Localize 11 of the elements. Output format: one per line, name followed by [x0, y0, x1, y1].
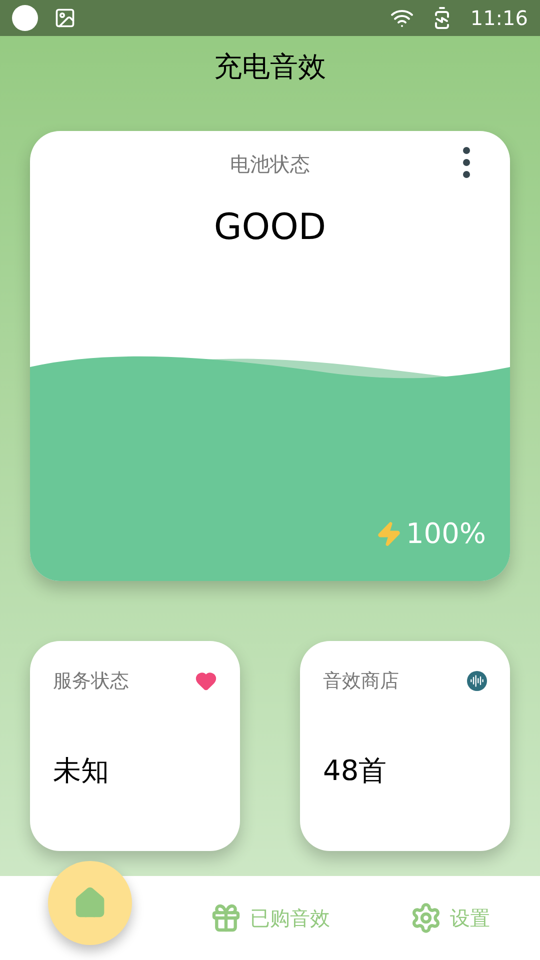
info-card[interactable]: 音效商店 48首	[300, 641, 510, 851]
card-title: 服务状态	[53, 669, 129, 694]
card-title: 音效商店	[323, 669, 399, 694]
app-title: 充电音效	[214, 49, 326, 85]
card-value: 48首	[323, 752, 388, 788]
battery-status: GOOD	[214, 206, 326, 250]
card-title: 电池状态	[230, 151, 310, 178]
info-card[interactable]: 服务状态 未知	[30, 641, 240, 851]
clock: 11:16	[470, 5, 528, 32]
card-value: 未知	[53, 752, 110, 788]
battery-percent: 100%	[406, 516, 486, 552]
